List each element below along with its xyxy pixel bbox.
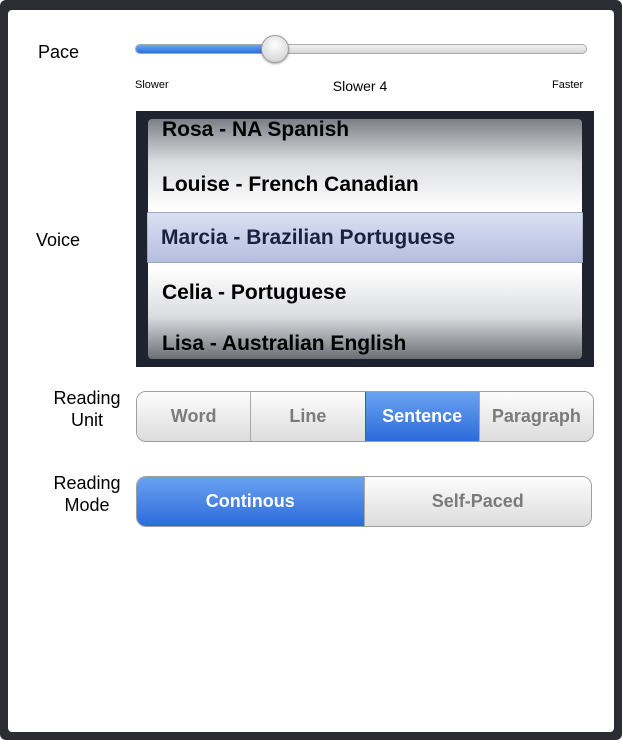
reading-unit-label-line1: Reading [53,388,121,408]
segment-line[interactable]: Line [250,392,365,441]
segment-word[interactable]: Word [137,392,251,441]
pace-slider-fill [136,45,277,53]
voice-option[interactable]: Celia - Portuguese [162,267,346,319]
voice-label: Voice [36,230,81,250]
pace-label: Pace [38,42,80,62]
segment-self-paced[interactable]: Self-Paced [363,477,591,526]
segment-sentence[interactable]: Sentence [364,392,479,441]
voice-option[interactable]: Rosa - NA Spanish [162,119,349,156]
reading-unit-label: Reading Unit [42,387,132,431]
pace-slider-thumb[interactable] [261,35,290,63]
voice-option-selected[interactable]: Marcia - Brazilian Portuguese [161,212,455,263]
pace-max-label: Faster [552,79,584,91]
segment-continous[interactable]: Continous [137,477,364,526]
pace-min-label: Slower [135,79,169,91]
reading-unit-segmented-control[interactable]: Word Line Sentence Paragraph [136,391,594,442]
pace-slider-track[interactable] [135,44,587,54]
reading-mode-label: Reading Mode [42,472,132,516]
reading-unit-label-line2: Unit [70,410,103,430]
reading-mode-label-line2: Mode [64,495,110,515]
voice-option[interactable]: Louise - French Canadian [162,159,419,211]
voice-option[interactable]: Lisa - Australian English [162,318,406,359]
pace-value-label: Slower 4 [332,78,388,94]
reading-mode-segmented-control[interactable]: Continous Self-Paced [136,476,592,527]
segment-paragraph[interactable]: Paragraph [478,392,593,441]
reading-mode-label-line1: Reading [53,473,121,493]
